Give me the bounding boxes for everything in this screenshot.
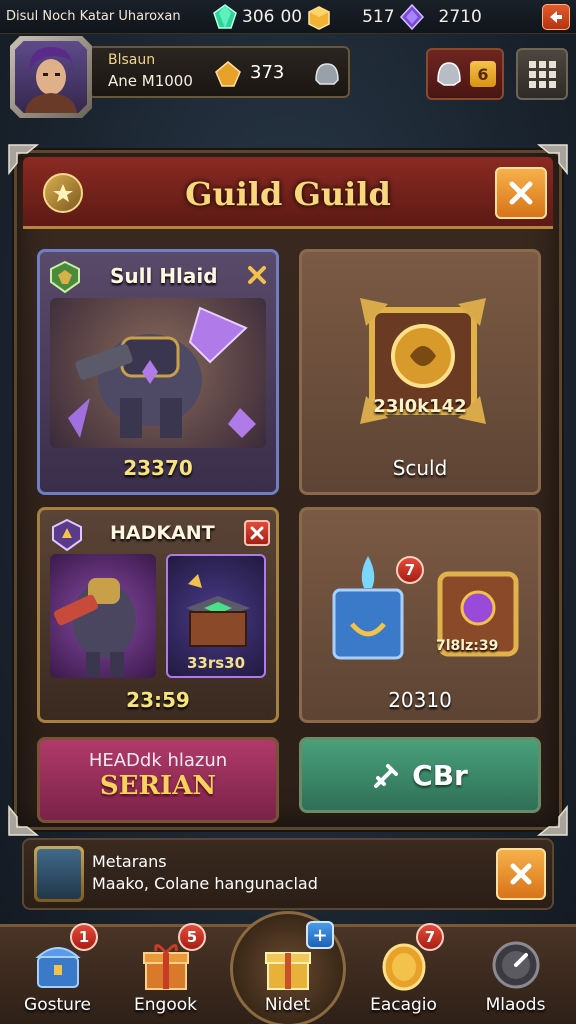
blue-box-icon	[332, 556, 404, 660]
warrior-artwork	[50, 554, 156, 678]
nav-item-nidet[interactable]: + Nidet	[230, 921, 345, 1024]
notification-message: Maako, Colane hangunaclad	[92, 874, 318, 893]
nav-eacagio-label: Eacagio	[370, 995, 437, 1015]
confirm-label: CBr	[412, 758, 468, 792]
gold-crate-icon	[308, 5, 330, 30]
nav-mlaods-label: Mlaods	[485, 995, 546, 1015]
resource-green-gem[interactable]: 306	[212, 3, 275, 30]
exit-icon	[550, 10, 562, 23]
nav-engook-label: Engook	[134, 995, 197, 1015]
chest-button[interactable]: 6	[426, 48, 504, 100]
green-shield-icon	[50, 260, 80, 294]
grid-menu-button[interactable]	[516, 48, 568, 100]
item-artwork: 33rs30	[166, 554, 266, 678]
close-icon	[509, 181, 533, 205]
card-warrior-title: HADKANT	[110, 522, 215, 544]
guild-card-rewards[interactable]: 7 7l8lz:39 20310	[299, 507, 541, 723]
hero-artwork	[50, 298, 266, 448]
guild-card-hero[interactable]: Sull Hlaid 23370	[37, 249, 279, 495]
resource-purple-gem[interactable]: 517	[362, 3, 424, 30]
close-icon	[250, 526, 264, 540]
panel-header: Guild Guild	[23, 157, 553, 229]
card-warrior-close-button[interactable]	[244, 520, 270, 546]
card-hero-title: Sull Hlaid	[110, 264, 218, 288]
resource-gold-value: 00	[280, 6, 303, 27]
helmet-icon	[315, 63, 339, 85]
headquarters-line2: SERIAN	[99, 771, 217, 801]
profile-plate: Blsaun Ane M1000 373	[88, 46, 350, 98]
chat-notification[interactable]: Metarans Maako, Colane hangunaclad	[22, 838, 554, 910]
close-icon	[510, 863, 532, 885]
top-resource-bar: Disul Noch Katar Uharoxan 306 00 517 271…	[0, 0, 576, 34]
nav-gosture-badge: 1	[70, 923, 98, 951]
crossed-swords-icon	[248, 266, 266, 284]
nav-engook-badge: 5	[178, 923, 206, 951]
panel-title: Guild Guild	[185, 175, 391, 213]
nav-nidet-badge: +	[306, 921, 334, 949]
resource-purple-value: 517	[362, 6, 395, 27]
nav-gosture-label: Gosture	[24, 995, 91, 1015]
nav-eacagio-badge: 7	[416, 923, 444, 951]
player-name: Blsaun	[108, 52, 156, 68]
nav-item-gosture[interactable]: 1 Gosture	[0, 923, 115, 1024]
notification-avatar	[34, 846, 84, 902]
headquarters-line1: HEADdk hlazun	[88, 750, 228, 771]
avatar-portrait	[15, 41, 87, 113]
card-rewards-value: 20310	[388, 688, 452, 712]
card-emblem-code: 23l0k142	[373, 396, 467, 417]
sword-icon	[374, 764, 399, 788]
chest-count-badge: 6	[470, 61, 496, 87]
nav-item-engook[interactable]: 5 Engook	[108, 923, 223, 1024]
resource-time-value: 2710	[438, 6, 482, 27]
card-hero-dismiss-button[interactable]	[244, 262, 270, 288]
dial-icon	[492, 941, 540, 989]
player-gold-amount: 373	[250, 62, 285, 83]
card-warrior-timer: 23:59	[126, 688, 190, 712]
guild-card-warrior[interactable]: HADKANT 33rs30 23:59	[37, 507, 279, 723]
game-title: Disul Noch Katar Uharoxan	[6, 9, 181, 24]
silver-helm-icon	[437, 62, 461, 86]
nav-nidet-label: Nidet	[264, 995, 311, 1015]
player-subtitle: Ane M1000	[108, 72, 193, 90]
item-code: 33rs30	[186, 654, 246, 672]
confirm-button[interactable]: CBr	[299, 737, 541, 813]
nav-item-eacagio[interactable]: 7 Eacagio	[346, 923, 461, 1024]
resource-gold-crate[interactable]: 00	[280, 4, 332, 30]
bottom-navigation: 1 Gosture 5 Engook + Nidet 7 Eacagio Mla…	[0, 911, 576, 1024]
guild-card-emblem[interactable]: 23l0k142 Sculd	[299, 249, 541, 495]
purple-shield-icon	[52, 518, 82, 552]
green-gem-icon	[213, 3, 237, 29]
rewards-code: 7l8lz:39	[436, 638, 499, 654]
close-panel-button[interactable]	[495, 167, 547, 219]
avatar[interactable]	[10, 36, 92, 118]
headquarters-button[interactable]: HEADdk hlazun SERIAN	[37, 737, 279, 823]
nav-item-mlaods[interactable]: Mlaods	[458, 927, 573, 1024]
exit-button[interactable]	[542, 3, 570, 30]
resource-time: 2710	[439, 7, 482, 27]
notification-sender: Metarans	[92, 852, 167, 871]
card-emblem-label: Sculd	[392, 456, 448, 480]
purple-gem-icon	[399, 3, 424, 30]
card-hero-value: 23370	[123, 456, 193, 480]
player-profile[interactable]: Blsaun Ane M1000 373	[10, 36, 350, 118]
resource-green-value: 306	[242, 6, 275, 27]
guild-panel: Guild Guild Sull Hlaid 23370 23l0k142 Sc…	[8, 144, 568, 836]
dismiss-notification-button[interactable]	[496, 848, 546, 900]
gold-nugget-icon	[215, 61, 241, 87]
